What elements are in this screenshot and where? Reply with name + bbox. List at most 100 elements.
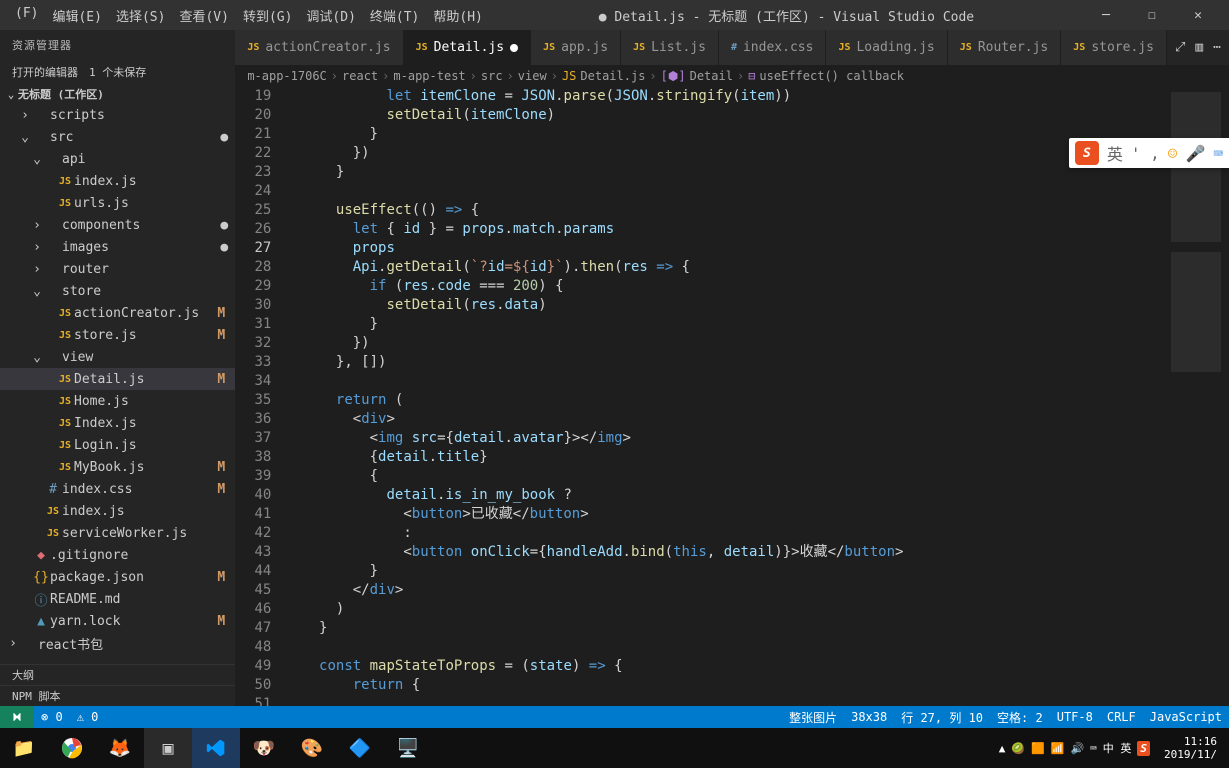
tree-item[interactable]: JSDetail.jsM xyxy=(0,368,235,390)
breadcrumb-item[interactable]: src xyxy=(481,69,503,83)
taskbar-vscode[interactable] xyxy=(192,728,240,768)
taskbar-app3[interactable]: 🔷 xyxy=(336,728,384,768)
tree-item[interactable]: JSIndex.js xyxy=(0,412,235,434)
editor-tab[interactable]: JSapp.js xyxy=(531,30,621,65)
breadcrumb-item[interactable]: react xyxy=(342,69,378,83)
taskbar-firefox[interactable]: 🦊 xyxy=(96,728,144,768)
tree-item[interactable]: JSserviceWorker.js xyxy=(0,522,235,544)
ime-mic[interactable]: 🎤 xyxy=(1185,144,1205,163)
ime-punct[interactable]: ' , xyxy=(1131,144,1160,163)
tray-icon[interactable]: 🔊 xyxy=(1070,742,1084,755)
menu-item[interactable]: (F) xyxy=(8,6,45,25)
tree-item[interactable]: ›components● xyxy=(0,214,235,236)
tree-item[interactable]: ◆.gitignore xyxy=(0,544,235,566)
tree-item[interactable]: ▲yarn.lockM xyxy=(0,610,235,632)
editor-tab[interactable]: JSstore.js xyxy=(1061,30,1167,65)
editor-tab[interactable]: #index.css xyxy=(719,30,826,65)
menu-item[interactable]: 帮助(H) xyxy=(426,6,489,25)
tray-sogou[interactable]: S xyxy=(1137,741,1150,756)
tray-icon[interactable]: 🟧 xyxy=(1031,742,1045,755)
tree-item[interactable]: JSindex.js xyxy=(0,170,235,192)
system-tray[interactable]: ▲ 🥝 🟧 📶 🔊 ⌨ 中 英 S xyxy=(991,740,1158,756)
tree-item[interactable]: JSLogin.js xyxy=(0,434,235,456)
tray-icon[interactable]: 🥝 xyxy=(1011,742,1025,755)
code-content[interactable]: let itemClone = JSON.parse(JSON.stringif… xyxy=(285,87,1169,706)
tray-ime[interactable]: 中 英 xyxy=(1103,740,1132,756)
tray-icon[interactable]: 📶 xyxy=(1051,742,1065,755)
menu-item[interactable]: 编辑(E) xyxy=(45,6,108,25)
minimap[interactable] xyxy=(1169,87,1229,706)
tree-item[interactable]: #index.cssM xyxy=(0,478,235,500)
tree-item[interactable]: ›images● xyxy=(0,236,235,258)
npm-section[interactable]: NPM 脚本 xyxy=(0,685,235,706)
problems-errors[interactable]: ⊗ 0 xyxy=(34,710,70,724)
split-icon[interactable]: ▥ xyxy=(1195,40,1203,55)
remote-indicator[interactable] xyxy=(0,706,34,728)
ime-kbd[interactable]: ⌨ xyxy=(1213,144,1223,163)
taskbar-clock[interactable]: 11:16 2019/11/ xyxy=(1158,735,1223,761)
statusbar-item[interactable]: JavaScript xyxy=(1143,709,1229,726)
statusbar-item[interactable]: CRLF xyxy=(1100,709,1143,726)
maximize-button[interactable]: ☐ xyxy=(1129,0,1175,30)
ime-toolbar[interactable]: S 英 ' , ☺ 🎤 ⌨ xyxy=(1069,138,1229,168)
tree-item[interactable]: ›scripts xyxy=(0,104,235,126)
workspace-label[interactable]: ⌄无标题 (工作区) xyxy=(0,84,235,104)
editor-tab[interactable]: JSactionCreator.js xyxy=(235,30,403,65)
tray-icon[interactable]: ⌨ xyxy=(1090,742,1097,755)
breadcrumb-item[interactable]: useEffect() callback xyxy=(759,69,904,83)
tree-item[interactable]: ›router xyxy=(0,258,235,280)
tab-actions[interactable]: ⤢ ▥ ⋯ xyxy=(1167,30,1229,65)
menu-item[interactable]: 查看(V) xyxy=(172,6,235,25)
statusbar-item[interactable]: 空格: 2 xyxy=(990,709,1050,726)
breadcrumb[interactable]: m-app-1706C›react›m-app-test›src›view›JS… xyxy=(235,65,1229,87)
taskbar-app1[interactable]: 🐶 xyxy=(240,728,288,768)
more-icon[interactable]: ⋯ xyxy=(1213,40,1221,55)
tree-item[interactable]: {}package.jsonM xyxy=(0,566,235,588)
menu-item[interactable]: 终端(T) xyxy=(363,6,426,25)
minimize-button[interactable]: ─ xyxy=(1083,0,1129,30)
taskbar-explorer[interactable]: 📁 xyxy=(0,728,48,768)
tree-item[interactable]: JSHome.js xyxy=(0,390,235,412)
tree-item[interactable]: ⌄api xyxy=(0,148,235,170)
breadcrumb-item[interactable]: Detail xyxy=(690,69,733,83)
breadcrumb-item[interactable]: m-app-test xyxy=(393,69,465,83)
statusbar-item[interactable]: 38x38 xyxy=(844,709,894,726)
editor-tab[interactable]: JSRouter.js xyxy=(948,30,1062,65)
tree-item[interactable]: JSMyBook.jsM xyxy=(0,456,235,478)
tray-icon[interactable]: ▲ xyxy=(999,742,1006,755)
taskbar-app2[interactable]: 🎨 xyxy=(288,728,336,768)
taskbar-terminal[interactable]: ▣ xyxy=(144,728,192,768)
close-button[interactable]: ✕ xyxy=(1175,0,1221,30)
menu-item[interactable]: 选择(S) xyxy=(109,6,172,25)
tree-item[interactable]: ⓘREADME.md xyxy=(0,588,235,610)
ime-lang[interactable]: 英 xyxy=(1107,141,1123,165)
tree-item[interactable]: ›react书包 xyxy=(0,632,235,654)
editor-tab[interactable]: JSList.js xyxy=(621,30,719,65)
statusbar-item[interactable]: UTF-8 xyxy=(1050,709,1100,726)
tree-item[interactable]: ⌄store xyxy=(0,280,235,302)
editor-tab[interactable]: JSDetail.js xyxy=(404,30,532,65)
tree-item[interactable]: JSindex.js xyxy=(0,500,235,522)
compare-icon[interactable]: ⤢ xyxy=(1175,40,1185,55)
open-editors-header[interactable]: 打开的编辑器 1 个未保存 xyxy=(0,60,235,84)
taskbar-chrome[interactable] xyxy=(48,728,96,768)
taskbar-app4[interactable]: 🖥️ xyxy=(384,728,432,768)
breadcrumb-item[interactable]: m-app-1706C xyxy=(247,69,326,83)
editor-tab[interactable]: JSLoading.js xyxy=(826,30,947,65)
menu-item[interactable]: 转到(G) xyxy=(236,6,299,25)
sogou-icon[interactable]: S xyxy=(1075,141,1099,165)
tree-item[interactable]: JSstore.jsM xyxy=(0,324,235,346)
statusbar-item[interactable]: 整张图片 xyxy=(782,709,844,726)
breadcrumb-item[interactable]: view xyxy=(518,69,547,83)
outline-section[interactable]: 大纲 xyxy=(0,664,235,685)
tree-item[interactable]: ⌄src● xyxy=(0,126,235,148)
ime-emoji[interactable]: ☺ xyxy=(1168,144,1178,163)
statusbar-item[interactable]: 行 27, 列 10 xyxy=(894,709,990,726)
menu-item[interactable]: 调试(D) xyxy=(299,6,362,25)
tree-item[interactable]: ⌄view xyxy=(0,346,235,368)
breadcrumb-item[interactable]: Detail.js xyxy=(580,69,645,83)
problems-warnings[interactable]: ⚠ 0 xyxy=(70,710,106,724)
tree-item[interactable]: JSactionCreator.jsM xyxy=(0,302,235,324)
code-area[interactable]: 1920212223242526272829303132333435363738… xyxy=(235,87,1229,706)
tree-item[interactable]: JSurls.js xyxy=(0,192,235,214)
